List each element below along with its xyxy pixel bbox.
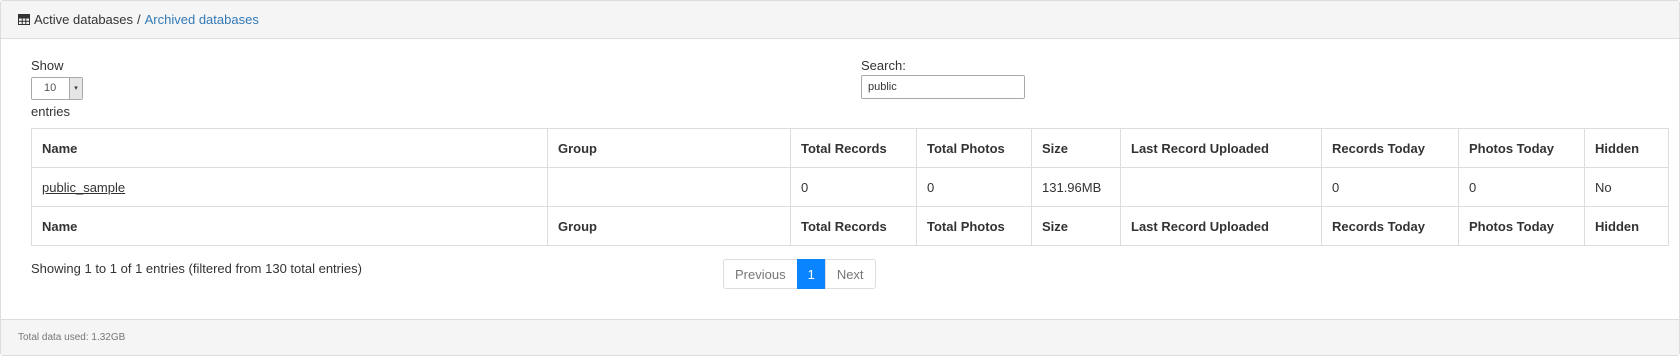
cell-photos-today: 0 [1458,167,1585,207]
search-label: Search: [861,58,906,73]
search-control: Search: [861,58,1025,99]
table-grid-icon [18,14,30,25]
cell-name: public_sample [31,167,548,207]
database-name-link[interactable]: public_sample [42,180,125,195]
table-info-text: Showing 1 to 1 of 1 entries (filtered fr… [31,261,362,276]
column-header-total-photos[interactable]: Total Photos [916,128,1032,168]
next-page-button[interactable]: Next [824,259,876,289]
panel-heading: Active databases / Archived databases [1,1,1679,39]
column-header-group[interactable]: Group [547,128,791,168]
page-1-button[interactable]: 1 [796,259,826,289]
archived-databases-link[interactable]: Archived databases [145,12,259,27]
entries-per-page-value: 10 [44,82,57,94]
previous-page-button[interactable]: Previous [723,259,798,289]
footer-column-size: Size [1031,206,1121,246]
cell-hidden: No [1584,167,1669,207]
footer-column-records-today: Records Today [1321,206,1459,246]
column-header-size[interactable]: Size [1031,128,1121,168]
column-header-last-record-uploaded[interactable]: Last Record Uploaded [1120,128,1322,168]
cell-total-records: 0 [790,167,917,207]
entries-per-page-select[interactable]: 10 ▾ [31,77,83,100]
column-header-total-records[interactable]: Total Records [790,128,917,168]
active-databases-label: Active databases [34,12,134,27]
column-header-records-today[interactable]: Records Today [1321,128,1459,168]
footer-column-photos-today: Photos Today [1458,206,1585,246]
footer-column-total-records: Total Records [790,206,917,246]
entries-label: entries [31,104,71,119]
total-data-used-text: Total data used: 1.32GB [18,332,126,343]
dropdown-arrow-icon[interactable]: ▾ [69,78,82,99]
cell-records-today: 0 [1321,167,1459,207]
footer-column-name: Name [31,206,548,246]
table-row: public_sample 0 0 131.96MB 0 0 No [31,167,1669,207]
cell-total-photos: 0 [916,167,1032,207]
footer-column-hidden: Hidden [1584,206,1669,246]
column-header-name[interactable]: Name [31,128,548,168]
cell-group [547,167,791,207]
search-input[interactable] [861,75,1025,99]
footer-column-total-photos: Total Photos [916,206,1032,246]
column-header-photos-today[interactable]: Photos Today [1458,128,1585,168]
table-footer-row: Name Group Total Records Total Photos Si… [31,206,1669,246]
cell-size: 131.96MB [1031,167,1121,207]
databases-panel: Active databases / Archived databases Sh… [0,0,1680,356]
table-header-row: Name Group Total Records Total Photos Si… [31,128,1669,168]
column-header-hidden[interactable]: Hidden [1584,128,1669,168]
panel-footer: Total data used: 1.32GB [1,319,1679,355]
cell-last-record-uploaded [1120,167,1322,207]
show-label: Show [31,58,64,73]
page-length-control: Show 10 ▾ entries [31,58,83,119]
breadcrumb-separator: / [137,12,141,27]
databases-table: Name Group Total Records Total Photos Si… [31,128,1669,246]
footer-column-group: Group [547,206,791,246]
footer-column-last-record-uploaded: Last Record Uploaded [1120,206,1322,246]
pagination: Previous 1 Next [723,259,876,289]
